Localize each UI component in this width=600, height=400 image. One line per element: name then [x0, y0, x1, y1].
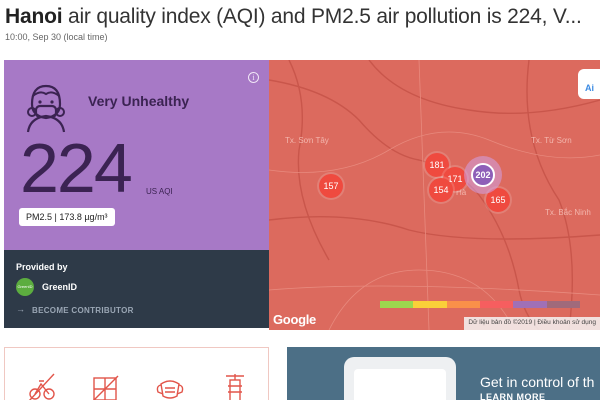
- map-marker[interactable]: 154: [429, 178, 453, 202]
- become-contributor-link[interactable]: BECOME CONTRIBUTOR: [32, 306, 134, 315]
- scale-segment: [513, 301, 547, 308]
- aqi-color-scale: [380, 301, 580, 308]
- aqi-unit: US AQI: [146, 187, 173, 196]
- promo-banner[interactable]: Get in control of th LEARN MORE: [287, 347, 600, 400]
- close-windows-icon: [93, 375, 119, 400]
- scale-segment: [546, 301, 580, 308]
- scale-segment: [479, 301, 514, 308]
- provider-panel: Provided by GreenID GreenID → BECOME CON…: [4, 250, 269, 328]
- map-place-label: Tx. Bắc Ninh: [545, 208, 591, 217]
- map-attribution[interactable]: Dữ liệu bản đồ ©2019 | Điều khoản sử dụn…: [464, 317, 600, 330]
- no-outdoor-exercise-icon: [28, 373, 55, 400]
- scale-segment: [380, 301, 414, 308]
- map-marker[interactable]: 157: [319, 174, 343, 198]
- promo-title: Get in control of th: [480, 374, 595, 390]
- pollutant-badge: PM2.5 | 173.8 µg/m³: [19, 208, 115, 226]
- air-monitor-device-image: [344, 357, 456, 400]
- page-title: Hanoi air quality index (AQI) and PM2.5 …: [5, 5, 600, 29]
- device-screen: [354, 369, 446, 400]
- air-purifier-icon: [226, 374, 244, 400]
- face-mask-icon: [26, 84, 66, 133]
- map-place-label: Tx. Từ Sơn: [531, 136, 572, 145]
- scale-segment: [446, 301, 480, 308]
- google-logo: Google: [273, 312, 316, 327]
- city-name: Hanoi: [5, 5, 63, 28]
- timestamp: 10:00, Sep 30 (local time): [5, 32, 108, 42]
- aqi-value: 224: [20, 129, 133, 207]
- provider-logo[interactable]: GreenID: [16, 278, 34, 296]
- provider-name[interactable]: GreenID: [42, 282, 77, 292]
- provided-by-label: Provided by: [16, 262, 68, 272]
- title-text: air quality index (AQI) and PM2.5 air po…: [62, 5, 582, 28]
- pollution-map[interactable]: Tx. Sơn Tây Tx. Từ Sơn Hà Tx. Bắc Ninh 1…: [269, 60, 600, 330]
- info-icon[interactable]: i: [248, 72, 259, 83]
- scale-segment: [413, 301, 447, 308]
- health-tips-card: [4, 347, 269, 400]
- map-place-label: Tx. Sơn Tây: [285, 136, 329, 145]
- selected-station-marker[interactable]: 202: [471, 163, 495, 187]
- arrow-right-icon: →: [16, 304, 25, 314]
- aqi-category: Very Unhealthy: [88, 93, 190, 109]
- learn-more-link[interactable]: LEARN MORE: [480, 392, 546, 400]
- aqi-panel: Very Unhealthy i 224 US AQI PM2.5 | 173.…: [4, 60, 269, 250]
- airvisual-logo-icon[interactable]: Ai: [578, 69, 600, 99]
- wear-mask-icon: [156, 380, 184, 399]
